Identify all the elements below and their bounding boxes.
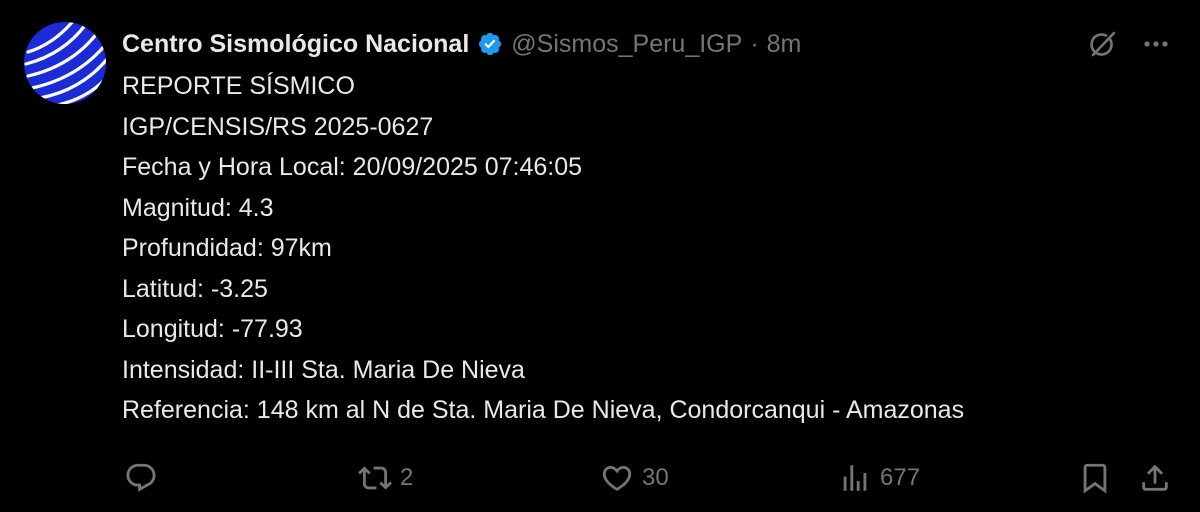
- post-time[interactable]: 8m: [767, 24, 802, 64]
- tweet-line: IGP/CENSIS/RS 2025-0627: [122, 112, 434, 141]
- tweet-line: REPORTE SÍSMICO: [122, 72, 355, 100]
- more-icon[interactable]: [1138, 26, 1174, 62]
- verified-badge-icon[interactable]: [477, 31, 503, 57]
- avatar-logo-icon: [24, 22, 106, 104]
- action-bar: 2 30 677: [0, 456, 1200, 500]
- separator-dot: ·: [750, 30, 759, 58]
- repost-button[interactable]: 2: [358, 456, 413, 500]
- tweet-line: Fecha y Hora Local: 20/09/2025 07:46:05: [122, 153, 583, 181]
- views-button[interactable]: 677: [838, 456, 920, 500]
- tweet-line: Longitud: -77.93: [122, 315, 303, 343]
- views-icon: [843, 465, 867, 491]
- share-button[interactable]: [1138, 456, 1172, 500]
- tweet-line: Referencia: 148 km al N de Sta. Maria De…: [122, 396, 965, 424]
- author-handle[interactable]: @Sismos_Peru_IGP: [511, 24, 742, 64]
- heart-icon: [602, 465, 632, 491]
- tweet-line: Latitud: -3.25: [122, 274, 268, 303]
- repost-count: 2: [400, 464, 414, 491]
- avatar[interactable]: [24, 22, 106, 104]
- bookmark-button[interactable]: [1078, 456, 1112, 500]
- tweet[interactable]: Centro Sismológico Nacional @Sismos_Peru…: [0, 0, 1200, 512]
- tweet-line: Intensidad: II-III Sta. Maria De Nieva: [122, 355, 525, 384]
- tweet-text: REPORTE SÍSMICO IGP/CENSIS/RS 2025-0627 …: [122, 66, 1182, 431]
- display-name[interactable]: Centro Sismológico Nacional: [122, 24, 469, 64]
- like-count: 30: [642, 464, 669, 491]
- tweet-line: Magnitud: 4.3: [122, 193, 274, 222]
- like-button[interactable]: 30: [600, 456, 669, 500]
- share-icon: [1142, 464, 1168, 491]
- views-count: 677: [880, 464, 921, 491]
- tweet-header: Centro Sismológico Nacional @Sismos_Peru…: [122, 24, 801, 64]
- tweet-line: Profundidad: 97km: [122, 234, 332, 262]
- reply-icon: [126, 463, 156, 492]
- reply-button[interactable]: [124, 456, 166, 500]
- repost-icon: [358, 466, 392, 490]
- bookmark-icon: [1083, 463, 1107, 494]
- grok-icon[interactable]: [1084, 26, 1120, 62]
